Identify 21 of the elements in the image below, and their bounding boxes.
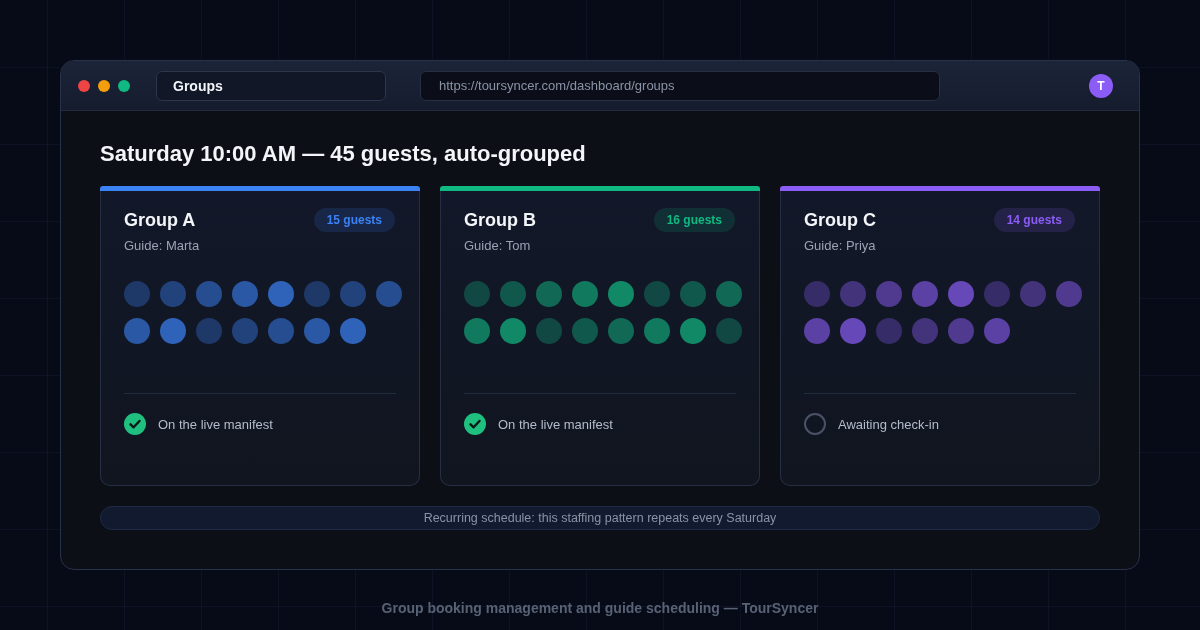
status-label: On the live manifest <box>498 416 613 432</box>
guide-name: Guide: Priya <box>804 237 877 255</box>
close-dot-icon[interactable] <box>78 79 90 92</box>
address-bar[interactable]: https://toursyncer.com/dashboard/groups <box>420 70 940 101</box>
user-avatar[interactable]: T <box>1089 73 1113 98</box>
maximize-dot-icon[interactable] <box>118 79 130 92</box>
group-title: Group A <box>124 209 196 232</box>
caption: Group booking management and guide scheduling — TourSyncer <box>381 600 819 616</box>
minimize-dot-icon[interactable] <box>98 79 110 92</box>
group-title: Group C <box>804 209 876 232</box>
page-heading: Saturday 10:00 AM — 45 guests, auto-grouped <box>100 140 587 168</box>
guest-count-badge: 15 guests <box>313 208 395 232</box>
guide-name: Guide: Tom <box>464 237 532 255</box>
schedule-note: Recurring schedule: this staffing pattern repeats every Saturday <box>100 506 1100 530</box>
browser-tab[interactable]: Groups <box>156 70 386 101</box>
guest-count-badge: 14 guests <box>993 208 1075 232</box>
status-label: Awaiting check-in <box>838 416 939 432</box>
status-label: On the live manifest <box>158 416 273 432</box>
guide-name: Guide: Marta <box>124 237 201 255</box>
guest-count-badge: 16 guests <box>653 208 735 232</box>
group-title: Group B <box>464 209 536 232</box>
